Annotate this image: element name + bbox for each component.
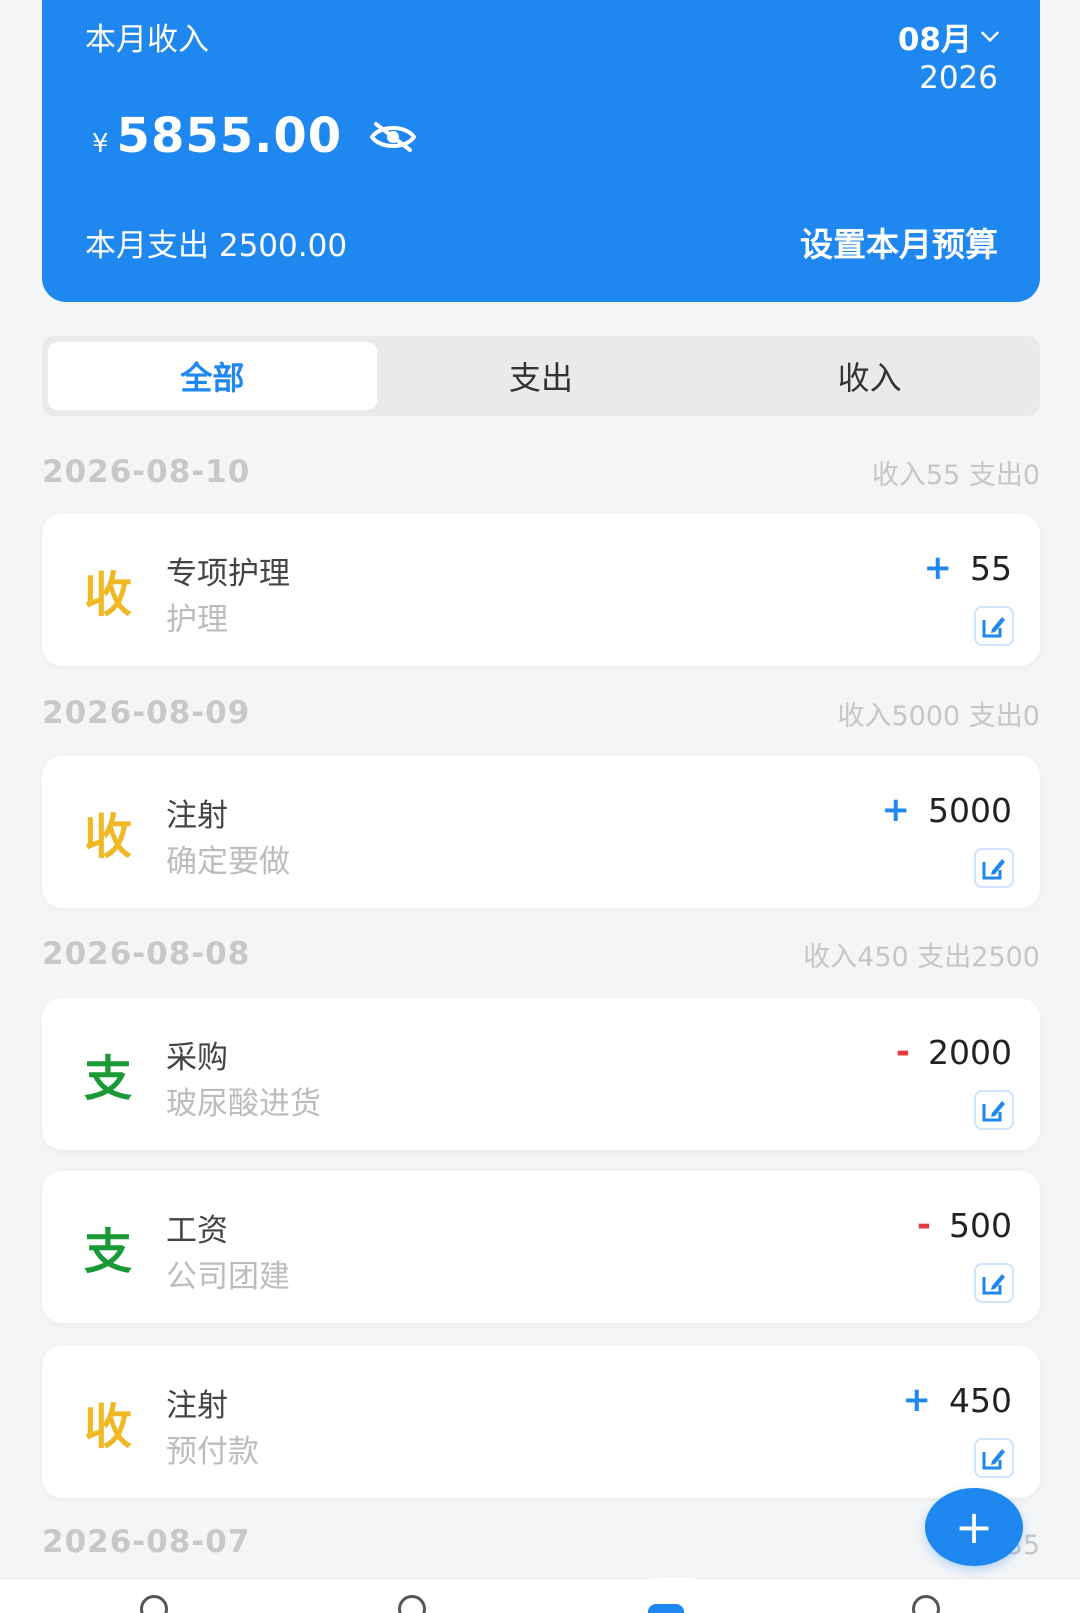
date-header: 2026-08-07 收入35 (42, 1522, 1040, 1562)
expense-mark: 支 (84, 1224, 133, 1280)
month-value: 08月 (897, 22, 972, 58)
plus-icon: + (954, 1500, 994, 1554)
income-mark: 收 (84, 809, 133, 865)
year-value: 2026 (919, 60, 998, 96)
filter-tabs: 全部 支出 收入 (42, 336, 1040, 416)
amount-value: 450 (949, 1380, 1012, 1420)
chevron-down-icon (980, 23, 1000, 42)
plus-sign: + (923, 548, 953, 588)
home-icon[interactable] (140, 1595, 168, 1613)
plus-sign: + (881, 790, 911, 830)
amount-value: 55 (970, 548, 1012, 588)
date-label: 2026-08-09 (42, 695, 251, 731)
monthly-summary-card: 本月收入 08月 2026 ¥ 5855.00 本月支出 2500.00 设置本… (42, 0, 1040, 302)
transaction-amount: + 5000 (882, 790, 1012, 830)
date-summary: 收入450 支出2500 (803, 941, 1040, 973)
income-mark: 收 (84, 1399, 133, 1455)
transaction-card[interactable]: 收 注射 确定要做 + 5000 (42, 756, 1040, 908)
transaction-amount: + 450 (903, 1380, 1013, 1420)
set-budget-button[interactable]: 设置本月预算 (800, 218, 998, 266)
edit-icon[interactable] (974, 1263, 1014, 1303)
tab-income[interactable]: 收入 (705, 342, 1034, 410)
currency-symbol: ¥ (92, 129, 109, 159)
transaction-note: 护理 (166, 602, 228, 638)
date-header: 2026-08-08 收入450 支出2500 (42, 934, 1040, 974)
transaction-card[interactable]: 收 专项护理 护理 + 55 (42, 514, 1040, 666)
amount-value: 500 (949, 1205, 1012, 1245)
transaction-category: 工资 (166, 1213, 228, 1249)
bottom-navigation (0, 1578, 1080, 1613)
minus-sign: - (916, 1205, 931, 1245)
transaction-amount: - 500 (917, 1205, 1012, 1245)
transaction-category: 注射 (166, 1388, 228, 1424)
month-selector[interactable]: 08月 (897, 14, 1000, 59)
edit-icon[interactable] (974, 606, 1014, 646)
transaction-note: 确定要做 (166, 844, 290, 880)
transaction-note: 公司团建 (166, 1259, 290, 1295)
transaction-note: 预付款 (166, 1434, 259, 1470)
app-root: 本月收入 08月 2026 ¥ 5855.00 本月支出 2500.00 设置本… (0, 0, 1080, 1613)
transaction-category: 采购 (166, 1040, 228, 1076)
income-mark: 收 (84, 567, 133, 623)
transaction-amount: - 2000 (896, 1032, 1012, 1072)
date-summary: 收入5000 支出0 (837, 700, 1040, 732)
transaction-category: 专项护理 (166, 556, 290, 592)
minus-sign: - (895, 1032, 911, 1072)
profile-icon[interactable] (912, 1595, 940, 1613)
monthly-expense-label: 本月支出 2500.00 (85, 228, 348, 264)
tab-expense[interactable]: 支出 (377, 342, 706, 410)
date-header: 2026-08-09 收入5000 支出0 (42, 693, 1040, 733)
transaction-card[interactable]: 收 注射 预付款 + 450 (42, 1346, 1040, 1498)
eye-off-icon[interactable] (368, 120, 418, 154)
edit-icon[interactable] (974, 1090, 1014, 1130)
transaction-amount: + 55 (924, 548, 1013, 588)
edit-icon[interactable] (974, 1438, 1014, 1478)
expense-mark: 支 (84, 1051, 133, 1107)
transaction-card[interactable]: 支 采购 玻尿酸进货 - 2000 (42, 998, 1040, 1150)
plus-sign: + (902, 1380, 932, 1420)
transaction-note: 玻尿酸进货 (166, 1086, 321, 1122)
transaction-category: 注射 (166, 798, 228, 834)
monthly-income-label: 本月收入 (85, 22, 209, 58)
amount-value: 2000 (928, 1032, 1012, 1072)
transaction-card[interactable]: 支 工资 公司团建 - 500 (42, 1171, 1040, 1323)
date-label: 2026-08-10 (42, 454, 251, 490)
date-header: 2026-08-10 收入55 支出0 (42, 452, 1040, 492)
income-value: 5855.00 (116, 108, 343, 164)
date-label: 2026-08-07 (42, 1524, 251, 1560)
date-summary: 收入55 支出0 (871, 459, 1040, 491)
edit-icon[interactable] (974, 848, 1014, 888)
income-amount: ¥ 5855.00 (92, 108, 418, 164)
date-label: 2026-08-08 (42, 936, 251, 972)
add-transaction-button[interactable]: + (925, 1488, 1023, 1566)
amount-value: 5000 (928, 790, 1012, 830)
stats-icon[interactable] (398, 1595, 426, 1613)
tab-all[interactable]: 全部 (48, 342, 377, 410)
ledger-icon (648, 1604, 684, 1613)
